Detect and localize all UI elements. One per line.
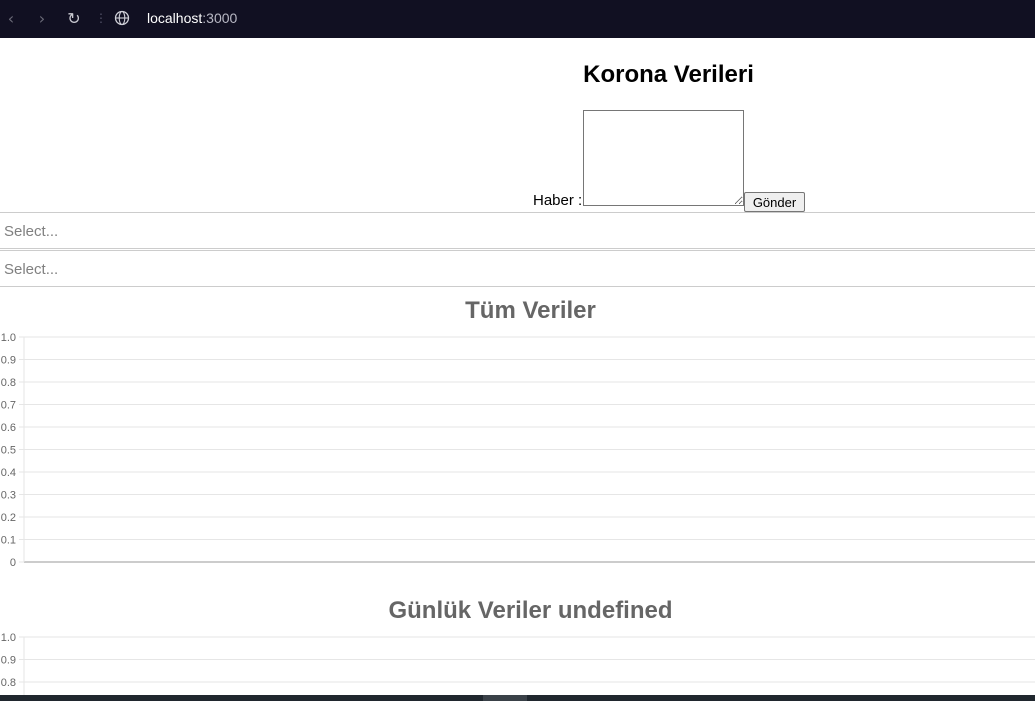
y-tick-label: 0.6: [1, 422, 16, 434]
y-tick-label: 0.8: [1, 377, 16, 389]
toolbar-separator: ⋮: [95, 11, 107, 25]
select-placeholder: Select...: [4, 223, 59, 240]
y-tick-label: 0.7: [1, 400, 16, 412]
chart-daily-data: 0.8 0.9 1.0: [1, 632, 1035, 695]
send-button[interactable]: Gönder: [744, 192, 805, 212]
browser-toolbar: ‹ › ↻ ⋮ localhost:3000: [0, 0, 1035, 38]
chart-title-daily-data: Günlük Veriler undefined: [388, 597, 673, 624]
scrollbar-thumb[interactable]: [483, 695, 527, 701]
haber-label: Haber :: [533, 192, 583, 209]
y-tick-label: 0.3: [1, 490, 16, 502]
url-port: :3000: [202, 10, 238, 26]
horizontal-scrollbar[interactable]: [0, 695, 1035, 701]
address-bar[interactable]: localhost:3000: [147, 10, 237, 26]
y-tick-label: 0.4: [1, 467, 16, 479]
y-tick-label: 0.5: [1, 445, 16, 457]
chart-all-data: 0 0.1 0.2 0.3 0.4 0.5 0.6 0.7 0.8 0.9 1.0: [1, 332, 1035, 568]
y-tick-label: 0.9: [1, 355, 16, 367]
y-tick-label: 0: [10, 557, 16, 568]
y-tick-label: 1.0: [1, 332, 16, 344]
select-dropdown-1[interactable]: Select...: [0, 212, 1035, 249]
back-icon[interactable]: ‹: [1, 9, 21, 29]
haber-textarea[interactable]: [583, 110, 744, 206]
select-placeholder: Select...: [4, 261, 59, 278]
y-tick-label: 0.8: [1, 677, 16, 689]
y-tick-label: 0.2: [1, 512, 16, 524]
forward-icon[interactable]: ›: [32, 9, 52, 29]
url-host: localhost: [147, 10, 203, 26]
page-title: Korona Verileri: [583, 61, 754, 88]
y-tick-label: 0.9: [1, 655, 16, 667]
site-info-icon[interactable]: [114, 10, 130, 26]
y-tick-label: 0.1: [1, 535, 16, 547]
reload-icon[interactable]: ↻: [64, 9, 84, 29]
page-content: Korona Verileri Haber : Gönder Select...…: [0, 38, 1035, 695]
select-dropdown-2[interactable]: Select...: [0, 250, 1035, 287]
y-tick-label: 1.0: [1, 632, 16, 644]
chart-title-all-data: Tüm Veriler: [465, 297, 596, 324]
